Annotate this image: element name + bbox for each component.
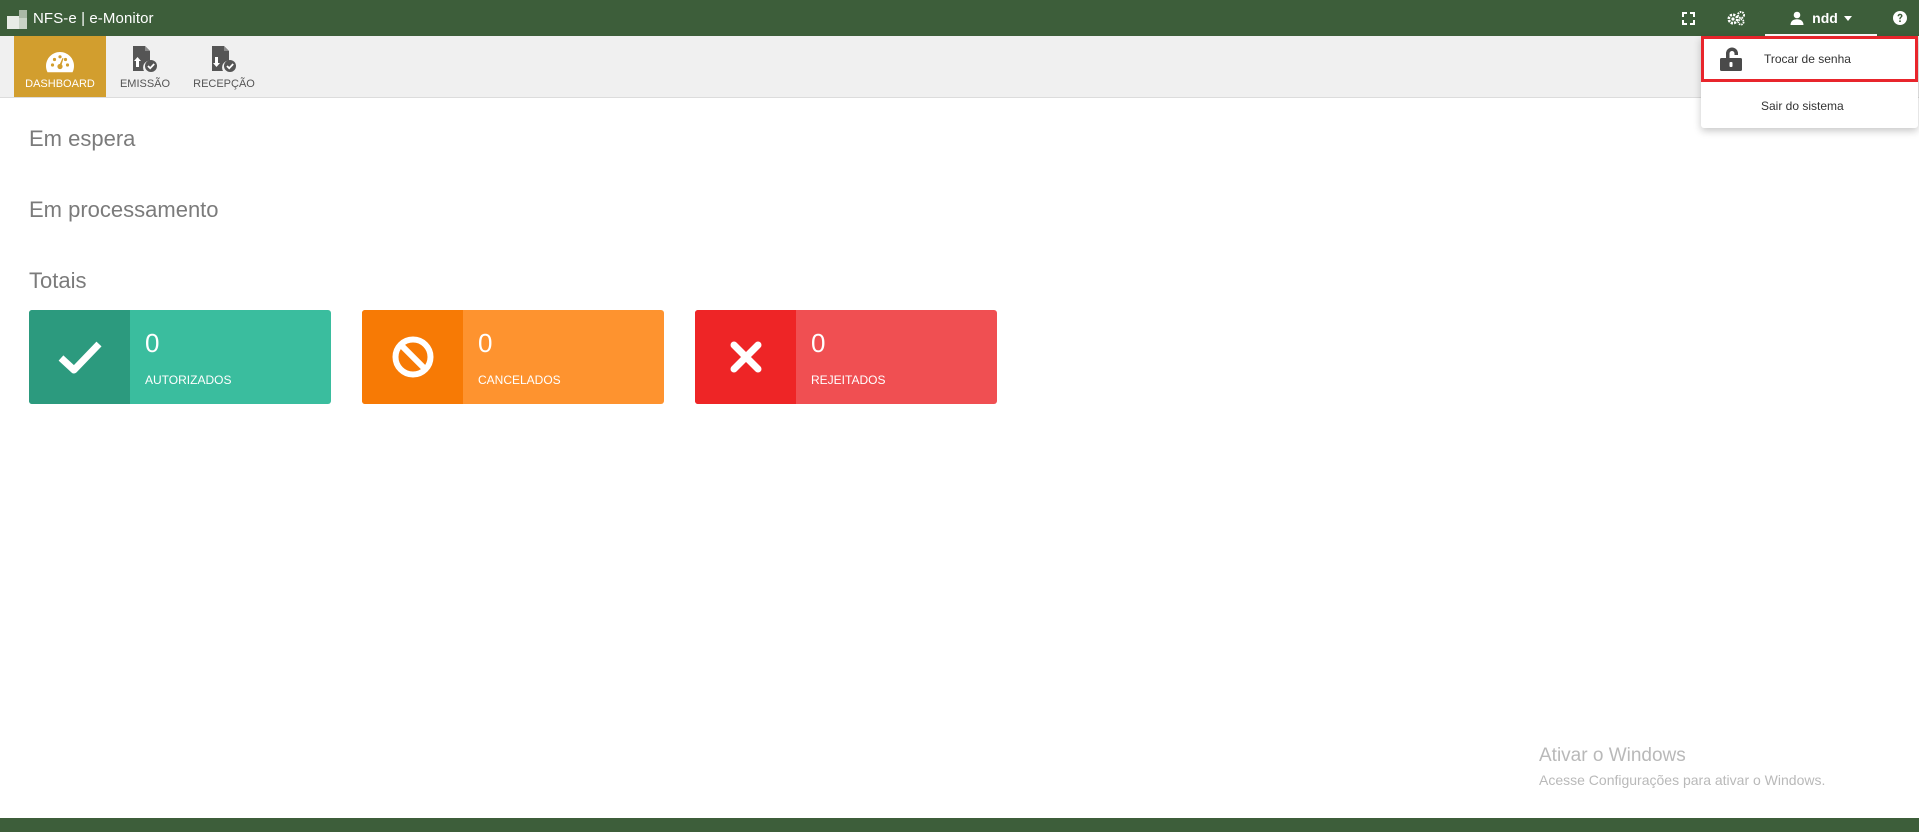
nav-item-label: DASHBOARD xyxy=(25,78,95,90)
top-actions: ndd xyxy=(1671,0,1919,36)
times-icon xyxy=(730,341,761,373)
dashboard-gauge-icon xyxy=(46,52,74,73)
brand[interactable]: NFS-e | e-Monitor xyxy=(7,7,154,29)
ban-icon xyxy=(392,336,433,378)
card-icon-box xyxy=(695,310,796,404)
card-label: CANCELADOS xyxy=(478,373,561,387)
help-icon xyxy=(1893,11,1907,25)
windows-activation-title: Ativar o Windows xyxy=(1539,745,1686,766)
nav-item-recepcao[interactable]: RECEPÇÃO xyxy=(192,36,256,97)
change-password-menu-item[interactable]: Trocar de senha xyxy=(1701,36,1918,82)
fullscreen-button[interactable] xyxy=(1671,0,1705,36)
card-label: AUTORIZADOS xyxy=(145,373,232,387)
nav-item-label: EMISSÃO xyxy=(119,78,171,90)
user-dropdown-menu: Trocar de senha Sair do sistema xyxy=(1701,36,1918,128)
card-label: REJEITADOS xyxy=(811,373,886,387)
section-title-em-espera: Em espera xyxy=(29,126,136,151)
settings-button[interactable] xyxy=(1719,0,1753,36)
change-password-label: Trocar de senha xyxy=(1764,52,1851,66)
dd-icon xyxy=(1718,46,1746,72)
unlock-icon xyxy=(1720,47,1742,71)
card-value: 0 xyxy=(145,328,160,358)
nav-item-emissao[interactable]: EMISSÃO xyxy=(114,36,176,97)
user-name: ndd xyxy=(1812,10,1838,26)
gears-icon xyxy=(1727,11,1745,26)
logout-label: Sair do sistema xyxy=(1761,99,1844,113)
footer-bar xyxy=(0,818,1919,832)
nav-item-dashboard[interactable]: DASHBOARD xyxy=(14,36,106,97)
card-value: 0 xyxy=(811,328,826,358)
fullscreen-icon xyxy=(1681,11,1695,25)
check-icon xyxy=(58,341,102,374)
windows-activation-subtitle: Acesse Configurações para ativar o Windo… xyxy=(1539,772,1826,788)
section-title-totais: Totais xyxy=(29,268,87,293)
main-nav: DASHBOARD EMISSÃO RECEPÇÃO xyxy=(0,36,1919,98)
document-upload-check-icon xyxy=(133,46,157,72)
section-title-em-processamento: Em processamento xyxy=(29,197,219,222)
app-title: NFS-e | e-Monitor xyxy=(33,9,154,27)
user-icon xyxy=(1790,11,1804,25)
card-autorizados[interactable]: 0 AUTORIZADOS xyxy=(29,310,331,404)
card-rejeitados[interactable]: 0 REJEITADOS xyxy=(695,310,997,404)
nav-item-label: RECEPÇÃO xyxy=(193,78,255,90)
caret-down-icon xyxy=(1843,15,1852,21)
top-bar: NFS-e | e-Monitor ndd xyxy=(0,0,1919,36)
help-button[interactable] xyxy=(1885,0,1915,36)
app-logo xyxy=(7,7,29,29)
card-cancelados[interactable]: 0 CANCELADOS xyxy=(362,310,664,404)
card-icon-box xyxy=(29,310,130,404)
card-value: 0 xyxy=(478,328,493,358)
document-download-check-icon xyxy=(212,46,236,72)
user-menu-toggle[interactable]: ndd xyxy=(1765,0,1877,36)
logout-menu-item[interactable]: Sair do sistema xyxy=(1701,84,1918,128)
card-icon-box xyxy=(362,310,463,404)
